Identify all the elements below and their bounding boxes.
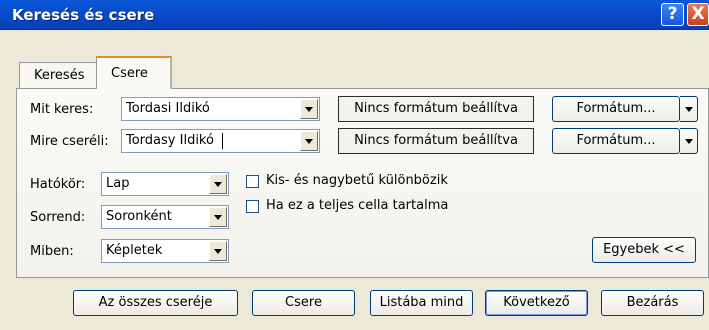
order-value: Soronként (106, 209, 172, 224)
look-in-select[interactable]: Képletek (101, 239, 229, 263)
replace-format-arrow-icon[interactable] (680, 128, 698, 154)
entire-cell-checkbox[interactable] (246, 200, 259, 213)
look-in-label: Miben: (30, 244, 74, 259)
scope-label: Hatókör: (30, 177, 86, 192)
close-button[interactable]: Bezárás (601, 290, 704, 316)
find-all-button[interactable]: Listába mind (370, 290, 473, 316)
match-case-label[interactable]: Kis- és nagybetű különbözik (266, 173, 448, 188)
find-label: Mit keres: (30, 102, 94, 117)
find-dropdown-arrow-icon[interactable] (300, 99, 318, 119)
order-label: Sorrend: (30, 210, 86, 225)
scope-value: Lap (106, 176, 130, 191)
tab-search[interactable]: Keresés (19, 62, 97, 88)
close-window-button[interactable]: X (687, 3, 709, 26)
look-in-value: Képletek (106, 243, 163, 258)
replace-label: Mire cseréli: (30, 134, 109, 149)
order-select[interactable]: Soronként (101, 205, 229, 229)
look-in-dropdown-arrow-icon[interactable] (209, 241, 227, 261)
order-dropdown-arrow-icon[interactable] (209, 207, 227, 227)
find-format-status[interactable]: Nincs formátum beállítva (338, 96, 534, 122)
replace-combobox[interactable]: Tordasy Ildikó (121, 129, 320, 153)
replace-all-button[interactable]: Az összes cseréje (73, 290, 238, 316)
text-cursor (222, 133, 223, 149)
title-bar: Keresés és csere ? X (0, 0, 709, 30)
replace-dropdown-arrow-icon[interactable] (300, 131, 318, 151)
find-format-button[interactable]: Formátum... (552, 96, 680, 122)
scope-select[interactable]: Lap (101, 172, 229, 196)
tab-replace-label: Csere (111, 66, 148, 81)
replace-button[interactable]: Csere (252, 290, 355, 316)
scope-dropdown-arrow-icon[interactable] (209, 174, 227, 194)
fewer-options-button[interactable]: Egyebek << (592, 237, 696, 263)
find-input[interactable]: Tordasi Ildikó (126, 101, 210, 116)
replace-input[interactable]: Tordasy Ildikó (126, 133, 214, 148)
replace-format-status[interactable]: Nincs formátum beállítva (338, 128, 534, 154)
match-case-checkbox[interactable] (246, 175, 259, 188)
window-title: Keresés és csere (12, 6, 155, 24)
entire-cell-label[interactable]: Ha ez a teljes cella tartalma (266, 198, 448, 213)
find-next-button[interactable]: Következő (485, 290, 588, 316)
find-format-arrow-icon[interactable] (680, 96, 698, 122)
find-combobox[interactable]: Tordasi Ildikó (121, 97, 320, 121)
tab-replace[interactable]: Csere (96, 56, 172, 89)
help-button[interactable]: ? (661, 3, 684, 26)
tab-search-label: Keresés (34, 68, 85, 83)
replace-format-button[interactable]: Formátum... (552, 128, 680, 154)
